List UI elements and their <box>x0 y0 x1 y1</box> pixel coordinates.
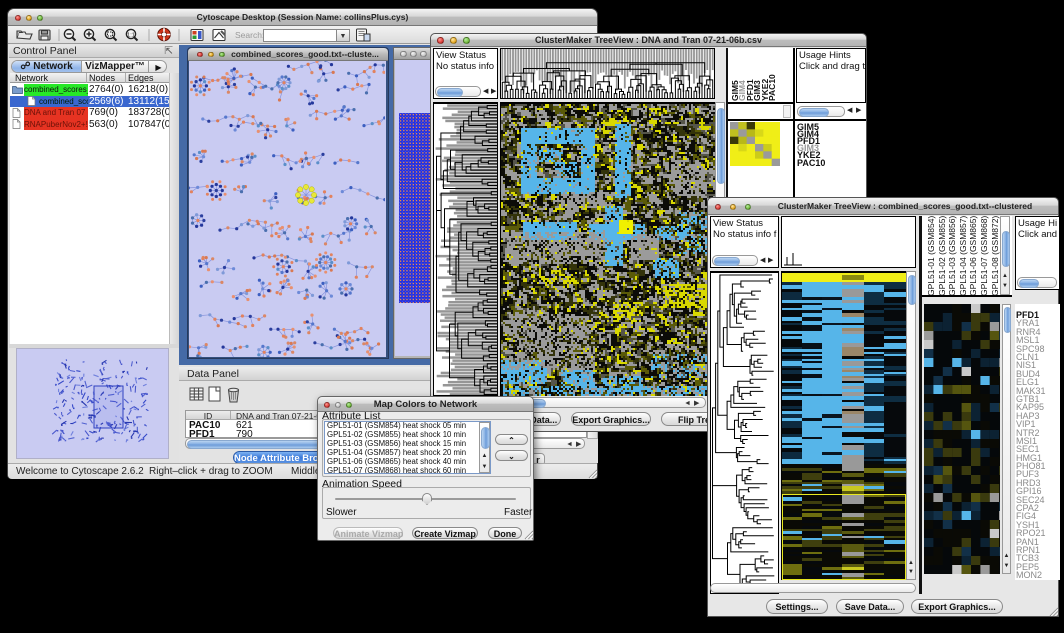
svg-text:Search:: Search: <box>235 30 264 40</box>
svg-text:1:1: 1:1 <box>127 33 135 39</box>
